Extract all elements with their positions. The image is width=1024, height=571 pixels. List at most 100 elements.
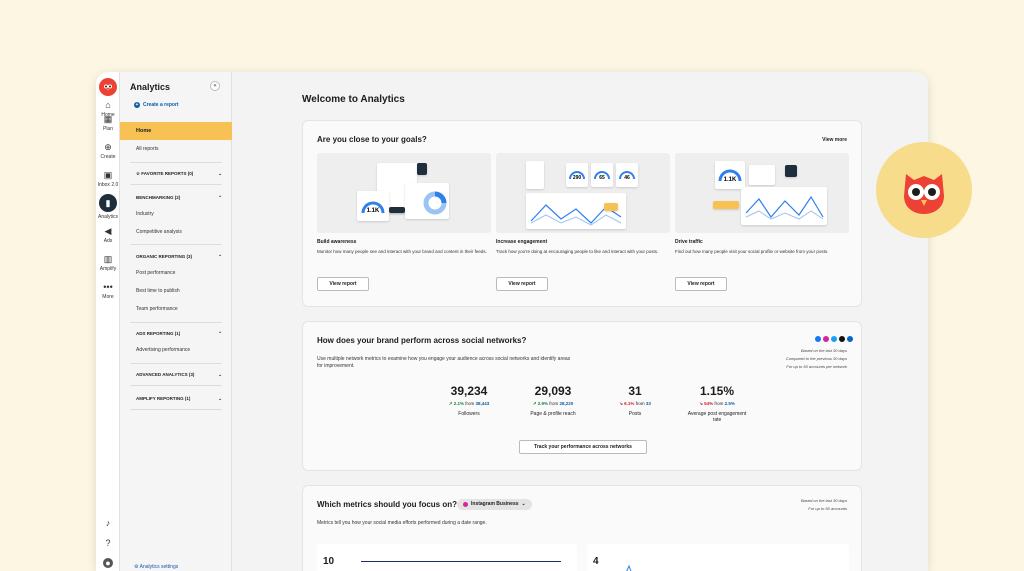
view-report-engagement-button[interactable]: View report bbox=[496, 277, 548, 291]
analytics-settings-link[interactable]: ⚙ Analytics settings bbox=[134, 564, 178, 570]
goal-title: Increase engagement bbox=[496, 239, 548, 245]
stat-prev: 38,443 bbox=[475, 401, 490, 406]
brand-title: How does your brand perform across socia… bbox=[317, 336, 527, 345]
notifications-button[interactable]: ♪ bbox=[96, 518, 120, 530]
engagement-illustration: 290 65 46 bbox=[496, 153, 670, 233]
chevron-down-icon: ⌄ bbox=[218, 171, 222, 176]
sidebar-section-amplify[interactable]: AMPLIFY REPORTING (1) ⌄ bbox=[136, 396, 222, 402]
stat-prev: 2.5% bbox=[724, 401, 735, 406]
main-content: Welcome to Analytics Are you close to yo… bbox=[232, 72, 928, 571]
rail-plan-label: Plan bbox=[102, 126, 113, 132]
stat-label: Followers bbox=[458, 411, 480, 417]
awareness-donut bbox=[423, 191, 447, 215]
analytics-sidebar: Analytics « + Create a report Home All re… bbox=[120, 72, 232, 571]
sidebar-section-organic[interactable]: ORGANIC REPORTING (3) ⌃ bbox=[136, 254, 222, 260]
amplify-icon: ▥ bbox=[103, 254, 113, 264]
network-dropdown[interactable]: Instagram Business ⌄ bbox=[457, 499, 532, 510]
help-button[interactable]: ? bbox=[96, 538, 120, 550]
sidebar-title: Analytics bbox=[130, 82, 171, 92]
twitter-icon bbox=[831, 336, 837, 342]
goal-build-awareness: 1.1K Build awareness Monitor how many pe… bbox=[317, 153, 491, 255]
arrow-down-icon: ↘ bbox=[619, 401, 623, 406]
awareness-doc-icon bbox=[417, 163, 427, 175]
rail-ads[interactable]: ◀ Ads bbox=[96, 226, 120, 244]
sidebar-item-home[interactable]: Home bbox=[120, 122, 232, 140]
brand-note-2: Compared to the previous 30 days bbox=[785, 356, 847, 361]
hootsuite-logo-icon[interactable] bbox=[99, 78, 117, 96]
stat-change: ↘ 6.1% from 33 bbox=[595, 401, 675, 407]
stat-label: Page & profile reach bbox=[530, 411, 576, 417]
sidebar-section-ads[interactable]: ADS REPORTING (1) ⌃ bbox=[136, 331, 222, 337]
goals-card: Are you close to your goals? View more 1… bbox=[302, 120, 862, 307]
goals-title: Are you close to your goals? bbox=[317, 135, 427, 144]
hootsuite-owl-badge bbox=[876, 142, 972, 238]
stat-value: 1.15% bbox=[699, 384, 735, 398]
sidebar-item-team-performance[interactable]: Team performance bbox=[136, 306, 178, 312]
goal-drive-traffic: 1.1K Drive traffic Find out how many peo… bbox=[675, 153, 849, 255]
rail-create[interactable]: ⊕ Create bbox=[96, 142, 120, 160]
help-icon: ? bbox=[105, 538, 111, 548]
sidebar-item-advertising[interactable]: Advertising performance bbox=[136, 347, 190, 353]
stat-change-pct: 54% bbox=[704, 401, 714, 406]
metric-panel-right-value: 4 bbox=[593, 556, 599, 567]
stat-value: 29,093 bbox=[534, 384, 572, 398]
sidebar-section-favorite[interactable]: ☆ FAVORITE REPORTS (0) ⌄ bbox=[136, 171, 222, 177]
awareness-illustration: 1.1K bbox=[317, 153, 491, 233]
stat-change: ↘ 54% from 2.5% bbox=[677, 401, 757, 407]
view-report-traffic-button[interactable]: View report bbox=[675, 277, 727, 291]
rail-analytics[interactable]: ▮ Analytics bbox=[96, 194, 120, 220]
create-report-label: Create a report bbox=[143, 102, 179, 108]
stat-label: Average post engagement rate bbox=[687, 411, 747, 423]
instagram-icon bbox=[463, 502, 468, 507]
view-more-link[interactable]: View more bbox=[822, 137, 847, 143]
chevron-up-icon: ⌃ bbox=[218, 254, 222, 259]
sidebar-item-competitive[interactable]: Competitive analysis bbox=[136, 229, 182, 235]
sidebar-divider bbox=[130, 385, 222, 386]
inbox-icon: ▣ bbox=[103, 170, 113, 180]
rail-more[interactable]: ••• More bbox=[96, 282, 120, 300]
chevron-down-icon: ⌄ bbox=[521, 501, 526, 507]
engagement-tile-2: 290 bbox=[566, 163, 588, 187]
analytics-icon: ▮ bbox=[99, 194, 117, 212]
sidebar-item-industry[interactable]: Industry bbox=[136, 211, 154, 217]
user-avatar-icon: ● bbox=[103, 558, 113, 568]
collapse-sidebar-button[interactable]: « bbox=[210, 81, 220, 91]
rail-plan[interactable]: ▦ Plan bbox=[96, 114, 120, 132]
track-performance-button[interactable]: Track your performance across networks bbox=[519, 440, 647, 454]
organic-label: ORGANIC REPORTING (3) bbox=[136, 254, 193, 259]
stat-value: 39,234 bbox=[450, 384, 488, 398]
view-report-awareness-button[interactable]: View report bbox=[317, 277, 369, 291]
sidebar-item-post-performance[interactable]: Post performance bbox=[136, 270, 175, 276]
stat-prev: 28,220 bbox=[559, 401, 574, 406]
owl-icon bbox=[904, 174, 944, 214]
sidebar-divider bbox=[130, 363, 222, 364]
engagement-metric-2: 65 bbox=[599, 175, 605, 181]
goal-description: Monitor how many people see and interact… bbox=[317, 249, 487, 254]
stat-change-pct: 6.1% bbox=[624, 401, 635, 406]
sidebar-section-benchmarking[interactable]: BENCHMARKING (2) ⌃ bbox=[136, 195, 222, 201]
rail-inbox[interactable]: ▣ Inbox 2.0 bbox=[96, 170, 120, 188]
goal-title: Drive traffic bbox=[675, 239, 703, 245]
arrow-down-icon: ↘ bbox=[699, 401, 703, 406]
avatar[interactable]: ● bbox=[96, 558, 120, 570]
create-report-button[interactable]: + Create a report bbox=[134, 102, 179, 108]
chevron-up-icon: ⌃ bbox=[218, 331, 222, 336]
create-icon: ⊕ bbox=[104, 142, 112, 152]
rail-amplify[interactable]: ▥ Amplify bbox=[96, 254, 120, 272]
rail-amplify-label: Amplify bbox=[99, 266, 117, 272]
engagement-tile-4: 46 bbox=[616, 163, 638, 187]
engagement-highlight-tag bbox=[604, 203, 618, 211]
sidebar-item-best-time[interactable]: Best time to publish bbox=[136, 288, 180, 294]
traffic-illustration: 1.1K bbox=[675, 153, 849, 233]
favorite-text: FAVORITE REPORTS (0) bbox=[141, 171, 194, 176]
traffic-doc-icon bbox=[785, 165, 797, 177]
metric-panel-left-value: 10 bbox=[323, 556, 335, 567]
metric-panel-left-line bbox=[361, 561, 561, 562]
sidebar-section-advanced[interactable]: ADVANCED ANALYTICS (3) ⌄ bbox=[136, 372, 222, 378]
sidebar-item-all-reports[interactable]: All reports bbox=[136, 146, 159, 152]
stat-reach: 29,093 ↗ 2.9% from 28,220 Page & profile… bbox=[513, 384, 593, 417]
analytics-settings-label: Analytics settings bbox=[139, 564, 179, 570]
stat-from: from bbox=[465, 401, 475, 406]
metrics-title: Which metrics should you focus on? bbox=[317, 500, 458, 509]
benchmarking-label: BENCHMARKING (2) bbox=[136, 195, 181, 200]
